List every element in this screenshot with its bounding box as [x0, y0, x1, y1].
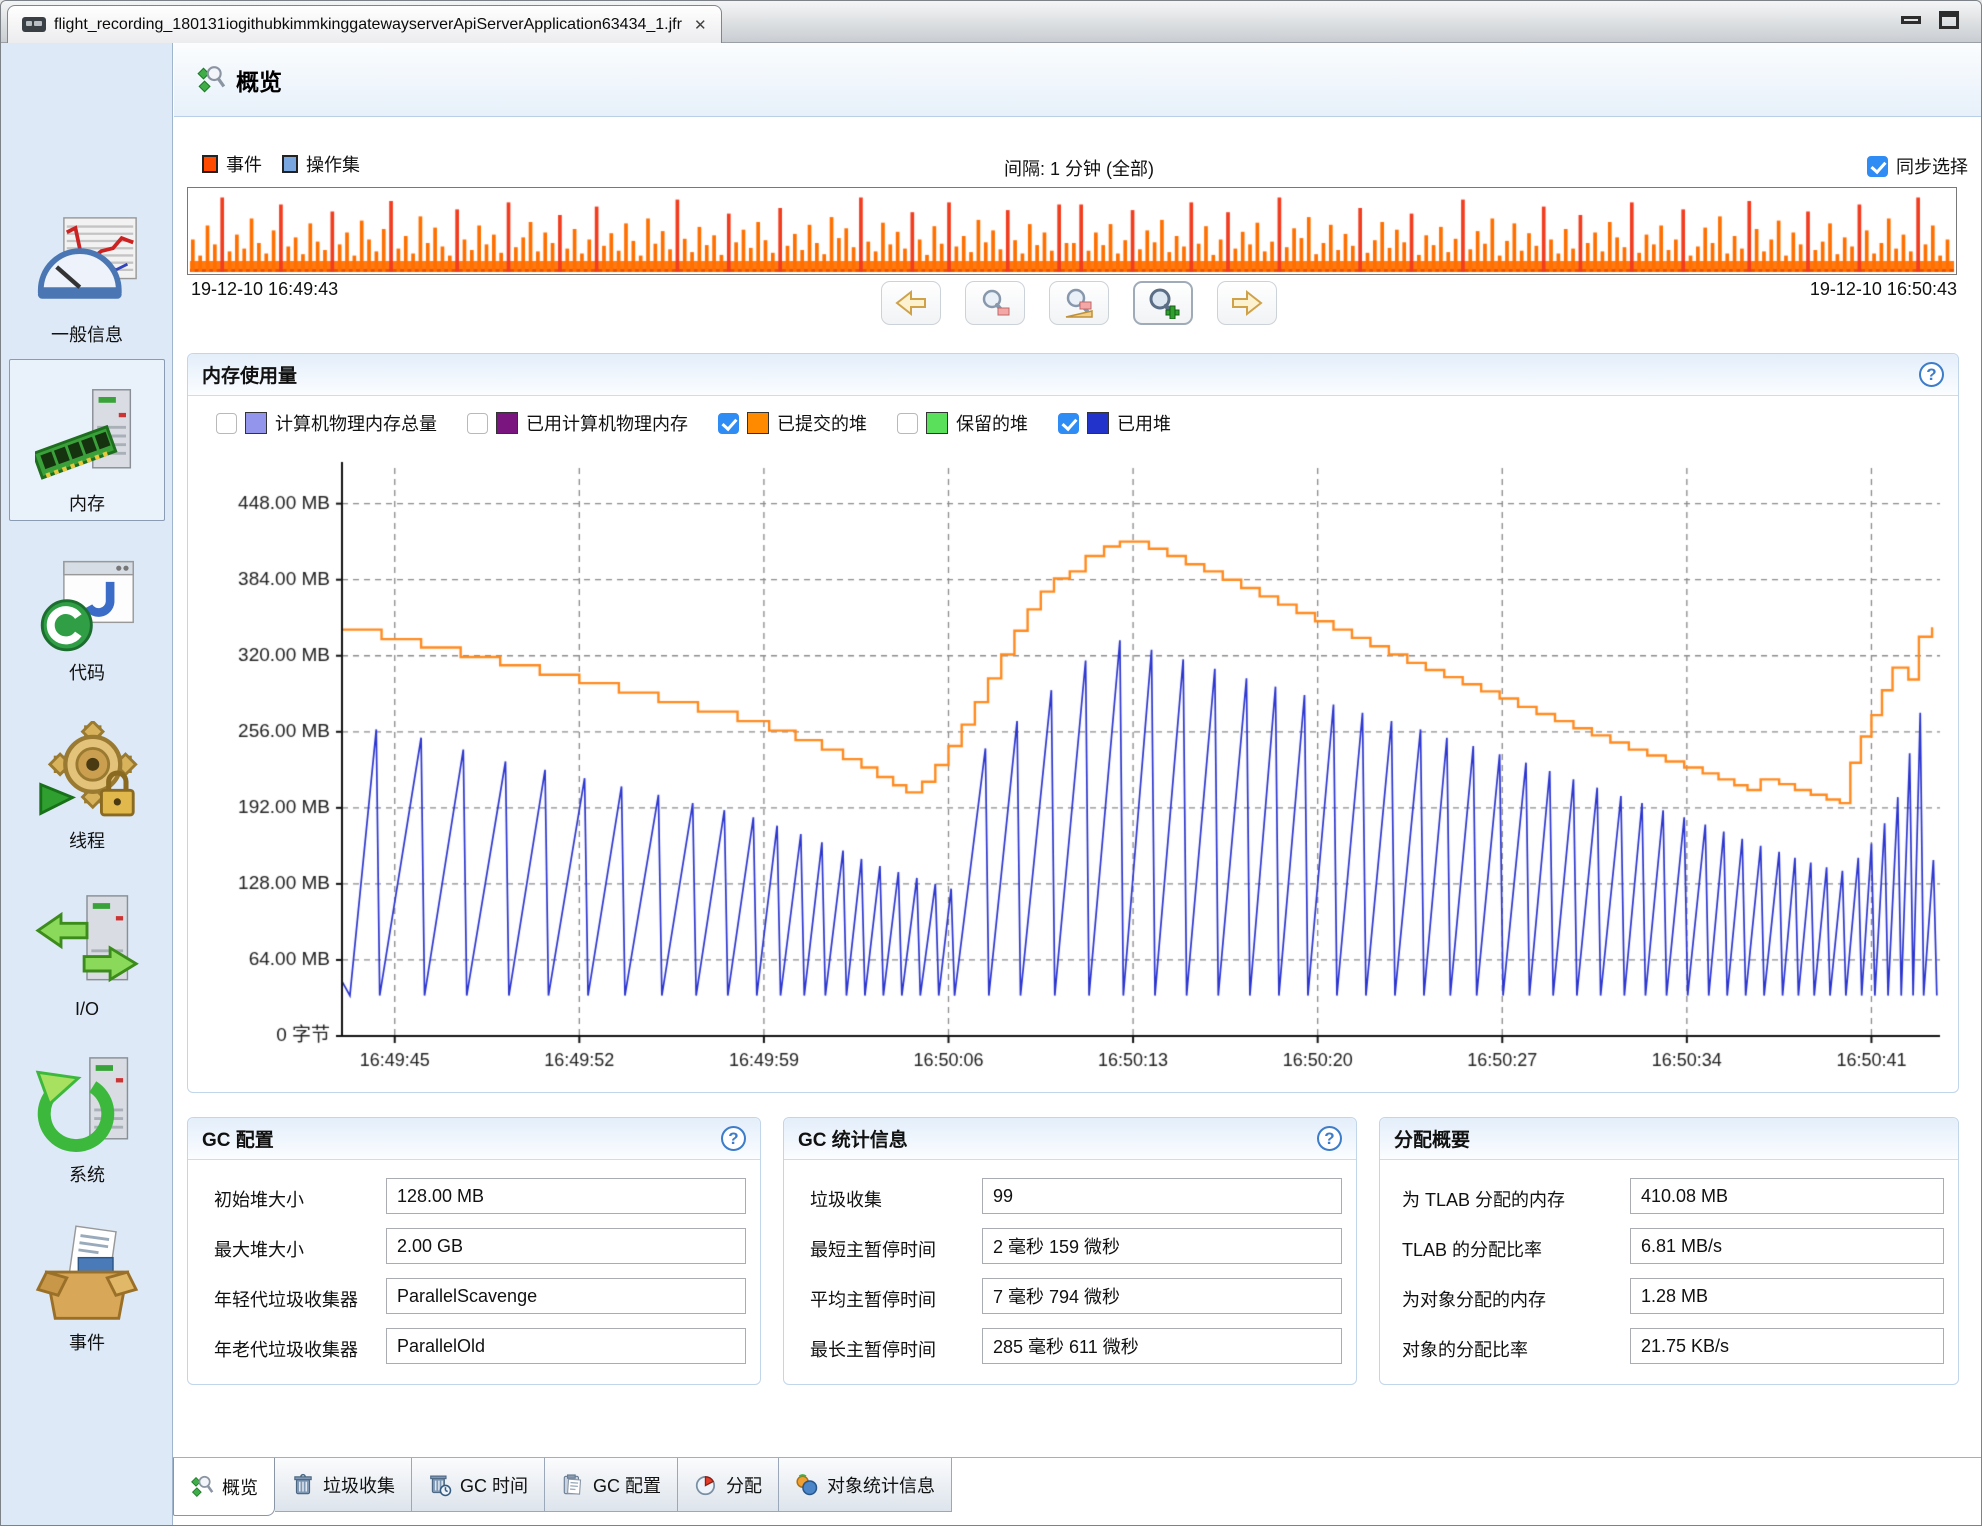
tab-gc-time[interactable]: GC 时间 — [412, 1458, 545, 1512]
series-toggle-row: 计算机物理内存总量 已用计算机物理内存 已提交的堆 保留的堆 — [216, 408, 1187, 438]
zoom-out-icon — [978, 287, 1012, 319]
object-stats-tab-icon — [795, 1473, 819, 1497]
gc-config-panel: GC 配置 ? 初始堆大小128.00 MB 最大堆大小2.00 GB 年轻代垃… — [187, 1117, 761, 1385]
events-icon — [35, 1223, 139, 1327]
gc-config-tab-icon — [561, 1473, 585, 1497]
gc-tab-icon — [291, 1473, 315, 1497]
object-memory-field[interactable]: 1.28 MB — [1630, 1278, 1944, 1314]
timeline-nav-buttons — [174, 281, 1982, 325]
allocation-panel: 分配概要 为 TLAB 分配的内存410.08 MB TLAB 的分配比率6.8… — [1379, 1117, 1959, 1385]
used-physical-memory-swatch — [496, 412, 518, 434]
gc-count-field[interactable]: 99 — [982, 1178, 1342, 1214]
object-rate-field[interactable]: 21.75 KB/s — [1630, 1328, 1944, 1364]
used-physical-memory-checkbox[interactable] — [467, 413, 488, 434]
maximize-view-icon[interactable] — [1939, 11, 1959, 29]
toggle-committed-heap[interactable]: 已提交的堆 — [718, 410, 867, 436]
bottom-tab-bar: 概览 垃圾收集 GC 时间 — [173, 1457, 1982, 1525]
sync-selection-checkbox[interactable] — [1867, 156, 1888, 177]
memory-usage-help-icon[interactable]: ? — [1919, 362, 1944, 387]
pan-right-button[interactable] — [1217, 281, 1277, 325]
sidebar-item-general-info[interactable]: 一般信息 — [9, 193, 165, 351]
minimize-view-icon[interactable] — [1901, 16, 1921, 24]
overview-page: 概览 事件 操作集 间隔: 1 分钟 (全部) 同步选择 19-12-10 16… — [174, 43, 1982, 1459]
sidebar: 一般信息 内存 — [1, 43, 173, 1526]
gc-stats-header: GC 统计信息 ? — [784, 1118, 1356, 1160]
memory-usage-title: 内存使用量 — [202, 361, 297, 388]
sidebar-item-memory[interactable]: 内存 — [9, 359, 165, 521]
toggle-reserved-heap[interactable]: 保留的堆 — [897, 410, 1028, 436]
allocation-tab-icon — [694, 1473, 718, 1497]
memory-usage-header: 内存使用量 ? — [188, 354, 1958, 396]
recording-file-tab[interactable]: flight_recording_180131iogithubkimmkingg… — [7, 5, 722, 43]
old-collector-field[interactable]: ParallelOld — [386, 1328, 746, 1364]
arrow-right-icon — [1229, 287, 1265, 319]
gc-time-tab-icon — [428, 1473, 452, 1497]
gc-config-header: GC 配置 ? — [188, 1118, 760, 1160]
code-icon — [35, 553, 139, 657]
total-physical-memory-checkbox[interactable] — [216, 413, 237, 434]
tab-garbage-collection[interactable]: 垃圾收集 — [275, 1458, 412, 1512]
tlab-memory-field[interactable]: 410.08 MB — [1630, 1178, 1944, 1214]
event-timeline-strip[interactable] — [187, 187, 1957, 275]
committed-heap-swatch — [747, 412, 769, 434]
zoom-out-selection-button[interactable] — [1049, 281, 1109, 325]
overview-icon — [196, 65, 226, 95]
jmc-window: flight_recording_180131iogithubkimmkingg… — [0, 0, 1982, 1526]
memory-usage-section: 内存使用量 ? 计算机物理内存总量 已用计算机物理内存 已提交的堆 — [187, 353, 1959, 1093]
gc-config-help-icon[interactable]: ? — [721, 1126, 746, 1151]
zoom-out-selection-icon — [1062, 287, 1096, 319]
gc-stats-panel: GC 统计信息 ? 垃圾收集99 最短主暂停时间2 毫秒 159 微秒 平均主暂… — [783, 1117, 1357, 1385]
navigator-legend-row: 事件 操作集 间隔: 1 分钟 (全部) 同步选择 — [188, 151, 1970, 185]
jfr-file-icon — [22, 17, 46, 32]
used-heap-checkbox[interactable] — [1058, 413, 1079, 434]
editor-tab-bar: flight_recording_180131iogithubkimmkingg… — [1, 1, 1981, 43]
sidebar-item-code[interactable]: 代码 — [9, 531, 165, 689]
min-pause-field[interactable]: 2 毫秒 159 微秒 — [982, 1228, 1342, 1264]
allocation-header: 分配概要 — [1380, 1118, 1958, 1160]
page-header: 概览 — [174, 43, 1982, 117]
gc-stats-help-icon[interactable]: ? — [1317, 1126, 1342, 1151]
recording-file-title: flight_recording_180131iogithubkimmkingg… — [54, 16, 682, 34]
avg-pause-field[interactable]: 7 毫秒 794 微秒 — [982, 1278, 1342, 1314]
io-icon — [35, 893, 139, 997]
toggle-used-heap[interactable]: 已用堆 — [1058, 410, 1171, 436]
sync-selection: 同步选择 — [1867, 153, 1968, 179]
system-icon — [35, 1055, 139, 1159]
young-collector-field[interactable]: ParallelScavenge — [386, 1278, 746, 1314]
committed-heap-checkbox[interactable] — [718, 413, 739, 434]
interval-label: 间隔: 1 分钟 (全部) — [188, 155, 1970, 181]
zoom-out-button[interactable] — [965, 281, 1025, 325]
sidebar-item-io[interactable]: I/O — [9, 866, 165, 1024]
sidebar-item-events[interactable]: 事件 — [9, 1201, 165, 1359]
tlab-rate-field[interactable]: 6.81 MB/s — [1630, 1228, 1944, 1264]
sidebar-item-threads[interactable]: 线程 — [9, 699, 165, 857]
tab-allocation[interactable]: 分配 — [678, 1458, 779, 1512]
sidebar-item-system[interactable]: 系统 — [9, 1033, 165, 1191]
reserved-heap-swatch — [926, 412, 948, 434]
max-pause-field[interactable]: 285 毫秒 611 微秒 — [982, 1328, 1342, 1364]
pan-left-button[interactable] — [881, 281, 941, 325]
initial-heap-size-field[interactable]: 128.00 MB — [386, 1178, 746, 1214]
general-info-icon — [35, 215, 139, 319]
threads-icon — [35, 721, 139, 825]
reserved-heap-checkbox[interactable] — [897, 413, 918, 434]
toggle-used-physical-memory[interactable]: 已用计算机物理内存 — [467, 410, 688, 436]
used-heap-swatch — [1087, 412, 1109, 434]
zoom-in-button[interactable] — [1133, 281, 1193, 325]
tab-overview[interactable]: 概览 — [173, 1458, 275, 1516]
close-tab-icon[interactable]: ✕ — [694, 16, 707, 34]
overview-tab-icon — [190, 1475, 214, 1499]
zoom-in-icon — [1146, 287, 1180, 319]
max-heap-size-field[interactable]: 2.00 GB — [386, 1228, 746, 1264]
toggle-total-physical-memory[interactable]: 计算机物理内存总量 — [216, 410, 437, 436]
total-physical-memory-swatch — [245, 412, 267, 434]
page-title: 概览 — [236, 63, 282, 97]
tab-object-statistics[interactable]: 对象统计信息 — [779, 1458, 952, 1512]
memory-usage-chart[interactable] — [192, 450, 1956, 1086]
memory-icon — [35, 384, 139, 488]
tab-gc-config[interactable]: GC 配置 — [545, 1458, 678, 1512]
arrow-left-icon — [893, 287, 929, 319]
